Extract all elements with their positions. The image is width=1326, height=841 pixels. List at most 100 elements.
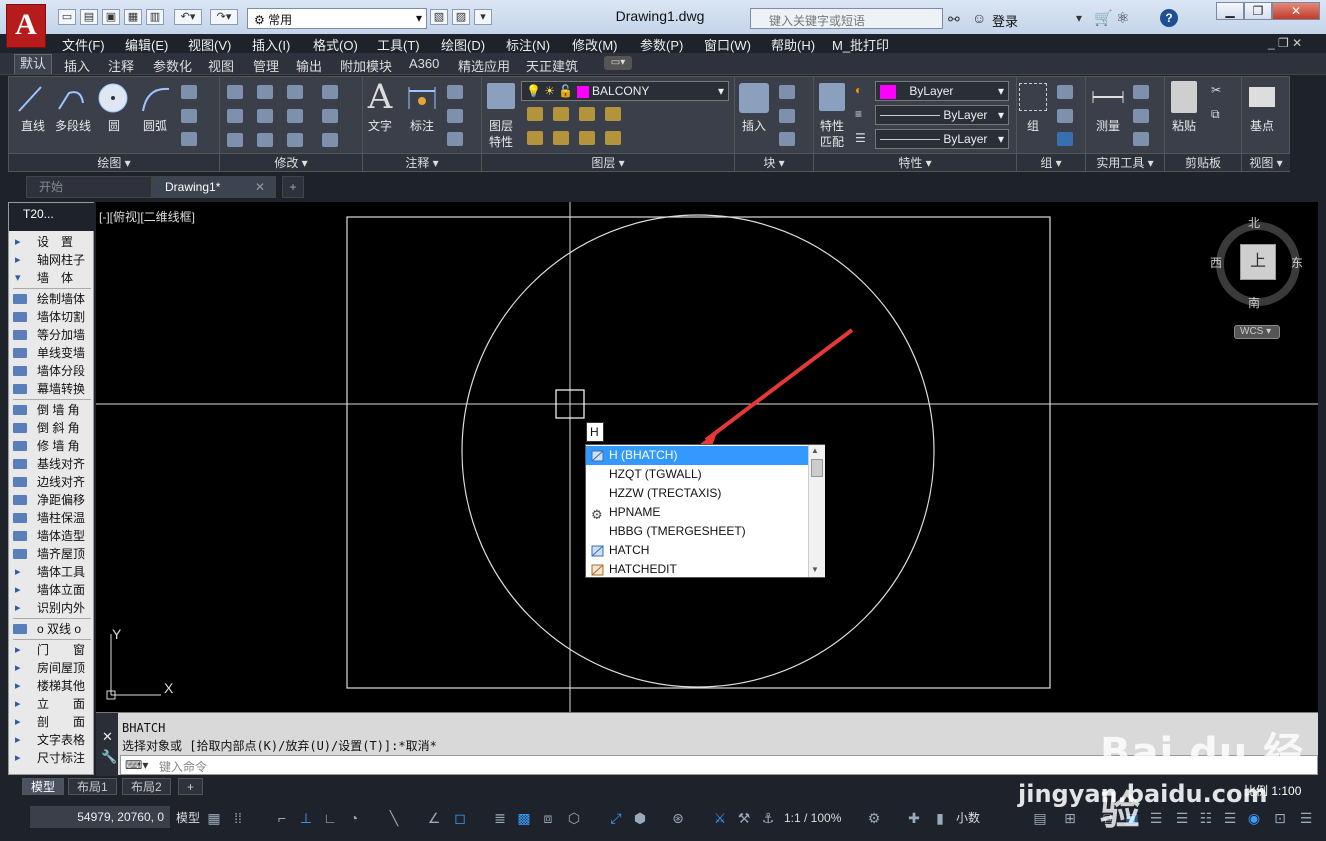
properties-panel-title[interactable]: 特性 ▾ xyxy=(814,153,1016,171)
palette-item[interactable]: 剖 面 xyxy=(9,713,95,731)
move-icon[interactable] xyxy=(227,85,243,99)
menu-insert[interactable]: 插入(I) xyxy=(252,35,290,54)
palette-item[interactable]: o 双线 o xyxy=(9,620,95,638)
autocomplete-item[interactable]: HATCH xyxy=(586,541,808,560)
grid-icon[interactable]: ▦ xyxy=(206,810,222,826)
menu-window[interactable]: 窗口(W) xyxy=(704,35,751,54)
groups-panel-title[interactable]: 组 ▾ xyxy=(1017,153,1085,171)
polyline-button[interactable]: 多段线 xyxy=(51,117,95,134)
layer-match-icon[interactable] xyxy=(527,131,543,145)
menu-file[interactable]: 文件(F) xyxy=(62,35,105,54)
dimension-icon[interactable] xyxy=(405,83,439,113)
palette-header[interactable]: T20... xyxy=(9,203,95,231)
workspace-select[interactable]: ⚙ 常用 xyxy=(247,8,427,29)
layers-panel-title[interactable]: 图层 ▾ xyxy=(482,153,734,171)
palette-item[interactable]: 绘制墙体 xyxy=(9,290,95,308)
close-button[interactable]: ✕ xyxy=(1272,2,1320,20)
tab-tangent[interactable]: 天正建筑 xyxy=(526,56,578,75)
layer-unisolate-icon[interactable] xyxy=(579,131,595,145)
tab-default[interactable]: 默认 xyxy=(14,54,53,74)
boundary-icon[interactable] xyxy=(181,132,197,146)
palette-item[interactable]: 设 置 xyxy=(9,233,95,251)
group-icon[interactable] xyxy=(1019,83,1047,111)
ortho-icon[interactable]: ∟ xyxy=(322,810,338,826)
group-select-icon[interactable] xyxy=(1057,132,1073,146)
linear-dim-icon[interactable] xyxy=(447,85,463,99)
tab-annotate[interactable]: 注释 xyxy=(108,56,134,75)
autocomplete-item[interactable]: HZZW (TRECTAXIS) xyxy=(586,484,808,503)
palette-item[interactable]: 单线变墙 xyxy=(9,344,95,362)
lineweight-select[interactable]: ByLayer ▾ xyxy=(875,129,1009,149)
palette-item[interactable]: 墙齐屋顶 xyxy=(9,545,95,563)
block-panel-title[interactable]: 块 ▾ xyxy=(735,153,813,171)
view-panel-title[interactable]: 视图 ▾ xyxy=(1242,153,1290,171)
doc-window-controls[interactable]: _ ❐ ✕ xyxy=(1268,36,1302,50)
exchange-icon[interactable]: ⚛ xyxy=(1116,9,1129,27)
line-icon[interactable] xyxy=(15,83,45,115)
tab-insert[interactable]: 插入 xyxy=(64,56,90,75)
base-view-icon[interactable] xyxy=(1249,87,1275,107)
palette-item[interactable]: 墙柱保温 xyxy=(9,509,95,527)
copy-icon[interactable] xyxy=(227,109,243,123)
scroll-up-icon[interactable]: ▲ xyxy=(811,446,819,455)
lock-ui-icon[interactable]: ⊞ xyxy=(1062,810,1078,826)
quick-select-icon[interactable] xyxy=(1133,85,1149,99)
tab-a360[interactable]: A360 xyxy=(409,56,439,71)
command-prompt-icon[interactable]: ⌨▾ xyxy=(125,758,148,772)
layer-isolate-icon[interactable] xyxy=(553,107,569,121)
measure-icon[interactable] xyxy=(1091,85,1125,111)
dimension-button[interactable]: 标注 xyxy=(405,117,439,134)
close-command-icon[interactable]: ✕ xyxy=(102,729,113,745)
auto-scale-icon[interactable]: ⚒ xyxy=(736,810,752,826)
palette-item[interactable]: 楼梯其他 xyxy=(9,677,95,695)
selection-filter-icon[interactable]: ⬢ xyxy=(632,810,648,826)
menu-draw[interactable]: 绘图(D) xyxy=(441,35,485,54)
close-tab-icon[interactable]: ✕ xyxy=(255,177,265,197)
circle-button[interactable]: 圆 xyxy=(99,117,129,134)
hatch-icon[interactable] xyxy=(181,109,197,123)
chevron-down-icon[interactable]: ▾ xyxy=(1076,11,1082,25)
clipboard-panel-title[interactable]: 剪贴板 xyxy=(1165,153,1241,171)
dynamic-input-icon[interactable]: ⤢ xyxy=(608,810,624,826)
palette-item[interactable]: 基线对齐 xyxy=(9,455,95,473)
modify-panel-title[interactable]: 修改 ▾ xyxy=(220,153,362,171)
workspace-gear-icon[interactable]: ⚙ xyxy=(866,810,882,826)
customize-quickaccess-icon[interactable]: ▾ xyxy=(474,9,492,25)
viewcube-west[interactable]: 西 xyxy=(1210,254,1222,271)
array-icon[interactable] xyxy=(287,133,303,147)
linetype-icon[interactable]: ≡ xyxy=(855,107,862,121)
menu-edit[interactable]: 编辑(E) xyxy=(125,35,168,54)
new-file-icon[interactable]: ▭ xyxy=(58,9,76,25)
cut-icon[interactable]: ✂ xyxy=(1211,83,1221,97)
match-properties-button[interactable]: 特性 xyxy=(815,117,849,134)
layer-icon[interactable]: ▧ xyxy=(430,9,448,25)
undo-icon[interactable]: ↶▾ xyxy=(174,9,202,25)
paste-button[interactable]: 粘贴 xyxy=(1167,117,1201,134)
trim-icon[interactable] xyxy=(287,85,303,99)
transparency-icon[interactable]: ▩ xyxy=(516,810,532,826)
palette-item[interactable]: 识别内外 xyxy=(9,599,95,617)
utilities-panel-title[interactable]: 实用工具 ▾ xyxy=(1086,153,1164,171)
viewcube-top[interactable]: 上 xyxy=(1240,244,1276,280)
object-track-icon[interactable]: ∠ xyxy=(426,810,442,826)
scale-icon[interactable] xyxy=(257,133,273,147)
offset-icon[interactable] xyxy=(322,133,338,147)
tab-featured-apps[interactable]: 精选应用 xyxy=(458,56,510,75)
annotation-scale-icon[interactable]: ⚓ xyxy=(760,810,776,826)
draw-panel-title[interactable]: 绘图 ▾ xyxy=(9,153,219,171)
rectangle-icon[interactable] xyxy=(181,85,197,99)
coordinate-readout[interactable]: 54979, 20760, 0 xyxy=(30,806,170,828)
add-layout-button[interactable]: + xyxy=(178,778,204,795)
palette-item[interactable]: 边线对齐 xyxy=(9,473,95,491)
table-icon[interactable] xyxy=(447,132,463,146)
palette-item[interactable]: 轴网柱子 xyxy=(9,251,95,269)
group-edit-icon[interactable] xyxy=(1057,109,1073,123)
cart-icon[interactable]: 🛒 xyxy=(1094,9,1113,27)
fillet-icon[interactable] xyxy=(287,109,303,123)
minimize-button[interactable]: ▁ xyxy=(1216,2,1244,20)
autocomplete-scrollbar[interactable]: ▲ ▼ xyxy=(808,445,825,577)
layer-off-icon[interactable] xyxy=(527,107,543,121)
ribbon-minimize-button[interactable]: ▭▾ xyxy=(604,56,632,70)
tab-parametric[interactable]: 参数化 xyxy=(153,56,192,75)
layer-lock-icon[interactable] xyxy=(605,107,621,121)
